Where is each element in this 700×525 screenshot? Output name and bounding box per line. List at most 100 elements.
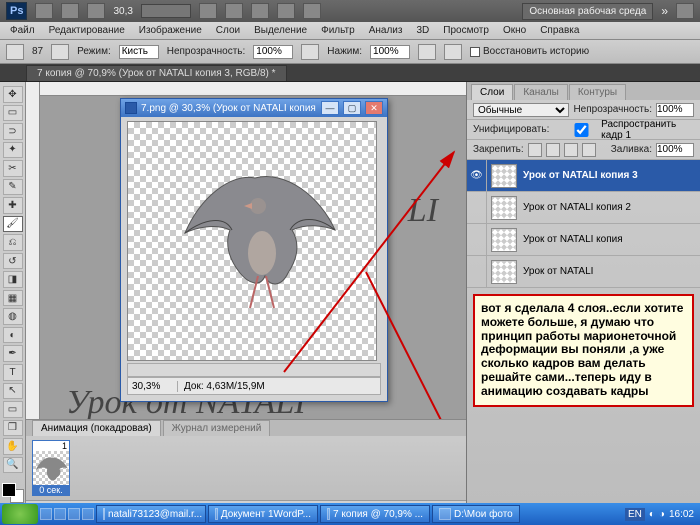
layer-row[interactable]: Урок от NATALI копия 2 xyxy=(467,192,700,224)
task-photoshop[interactable]: 7 копия @ 70,9% ... xyxy=(320,505,430,523)
menu-image[interactable]: Изображение xyxy=(133,23,208,38)
tablet-icon[interactable] xyxy=(444,44,462,60)
menu-help[interactable]: Справка xyxy=(534,23,585,38)
stamp-tool[interactable]: ⎌ xyxy=(3,234,23,251)
menu-3d[interactable]: 3D xyxy=(410,23,435,38)
zoom-tool[interactable]: 🔍 xyxy=(3,457,23,474)
anim-tab-frames[interactable]: Анимация (покадровая) xyxy=(32,420,161,436)
task-word[interactable]: Документ 1WordP... xyxy=(208,505,318,523)
menu-select[interactable]: Выделение xyxy=(248,23,313,38)
type-tool[interactable]: T xyxy=(3,364,23,381)
close-button[interactable]: ✕ xyxy=(365,101,383,115)
arrange-icon[interactable] xyxy=(277,3,295,19)
color-swatches[interactable] xyxy=(2,483,24,503)
fill-input[interactable] xyxy=(656,143,694,157)
layer-opacity-input[interactable] xyxy=(656,103,694,117)
eraser-tool[interactable]: ◨ xyxy=(3,271,23,288)
zoom-tool-icon[interactable] xyxy=(225,3,243,19)
airbrush-icon[interactable] xyxy=(418,44,436,60)
quick-app-icon[interactable] xyxy=(82,508,94,520)
panel-tab-layers[interactable]: Слои xyxy=(471,84,513,100)
menu-view[interactable]: Просмотр xyxy=(437,23,495,38)
layer-name[interactable]: Урок от NATALI копия xyxy=(521,234,700,245)
eyedropper-tool[interactable]: ✎ xyxy=(3,179,23,196)
flow-input[interactable] xyxy=(370,45,410,59)
dodge-tool[interactable]: ◐ xyxy=(3,327,23,344)
layer-name[interactable]: Урок от NATALI копия 2 xyxy=(521,202,700,213)
tray-icon[interactable]: ◑ xyxy=(659,509,665,520)
history-brush-tool[interactable]: ↺ xyxy=(3,253,23,270)
docwin-titlebar[interactable]: 7.png @ 30,3% (Урок от NATALI копия 3, R… xyxy=(121,99,387,117)
lock-trans-icon[interactable] xyxy=(528,143,542,157)
canvas[interactable] xyxy=(127,121,377,361)
document-tab[interactable]: 7 копия @ 70,9% (Урок от NATALI копия 3,… xyxy=(26,65,287,81)
menu-edit[interactable]: Редактирование xyxy=(43,23,131,38)
layer-row[interactable]: Урок от NATALI xyxy=(467,256,700,288)
hand-icon[interactable] xyxy=(199,3,217,19)
task-mail[interactable]: natali73123@mail.r... xyxy=(96,505,206,523)
h-scrollbar[interactable] xyxy=(127,363,381,377)
frame-duration[interactable]: 0 сек. xyxy=(33,485,69,495)
lock-all-icon[interactable] xyxy=(582,143,596,157)
quick-chrome-icon[interactable] xyxy=(68,508,80,520)
lasso-tool[interactable]: ⊃ xyxy=(3,123,23,140)
wand-tool[interactable]: ✦ xyxy=(3,142,23,159)
panel-tab-channels[interactable]: Каналы xyxy=(514,84,568,100)
shape-tool[interactable]: ▭ xyxy=(3,401,23,418)
eye-icon[interactable] xyxy=(467,224,487,255)
layer-row[interactable]: Урок от NATALI копия xyxy=(467,224,700,256)
screen-icon[interactable] xyxy=(303,3,321,19)
mode-select[interactable] xyxy=(119,45,159,59)
bridge-icon[interactable] xyxy=(35,3,53,19)
path-tool[interactable]: ↖ xyxy=(3,383,23,400)
lock-pixels-icon[interactable] xyxy=(546,143,560,157)
zoom-display[interactable]: 30,3 xyxy=(113,6,132,17)
start-button[interactable] xyxy=(2,504,38,524)
tray-icon[interactable]: ◐ xyxy=(649,509,655,520)
brush-preset-icon[interactable] xyxy=(51,44,69,60)
collapse-icon[interactable] xyxy=(676,3,694,19)
eye-icon[interactable] xyxy=(467,256,487,287)
maximize-button[interactable]: ▢ xyxy=(343,101,361,115)
anim-tab-log[interactable]: Журнал измерений xyxy=(163,420,271,436)
view-icon[interactable] xyxy=(87,3,105,19)
blur-tool[interactable]: ◍ xyxy=(3,308,23,325)
system-tray[interactable]: EN ◐ ◑ 16:02 xyxy=(621,508,698,521)
3d-tool[interactable]: ❒ xyxy=(3,420,23,437)
eye-icon[interactable] xyxy=(467,192,487,223)
opacity-input[interactable] xyxy=(253,45,293,59)
gradient-tool[interactable]: ▦ xyxy=(3,290,23,307)
task-explorer[interactable]: D:\Мои фото xyxy=(432,505,520,523)
lang-indicator[interactable]: EN xyxy=(625,508,645,521)
layer-row[interactable]: 👁 Урок от NATALI копия 3 xyxy=(467,160,700,192)
menu-layer[interactable]: Слои xyxy=(210,23,246,38)
quick-opera-icon[interactable] xyxy=(54,508,66,520)
chevrons-icon[interactable]: » xyxy=(661,4,668,18)
zoom-select[interactable] xyxy=(141,4,191,18)
clock[interactable]: 16:02 xyxy=(669,509,694,520)
blend-mode-select[interactable]: Обычные xyxy=(473,103,569,117)
propagate-checkbox[interactable] xyxy=(565,123,598,137)
quick-ie-icon[interactable] xyxy=(40,508,52,520)
eye-icon[interactable]: 👁 xyxy=(467,160,487,191)
pen-tool[interactable]: ✒ xyxy=(3,345,23,362)
mb-icon[interactable] xyxy=(61,3,79,19)
heal-tool[interactable]: ✚ xyxy=(3,197,23,214)
layer-name[interactable]: Урок от NATALI xyxy=(521,266,700,277)
history-checkbox[interactable] xyxy=(470,47,480,57)
minimize-button[interactable]: — xyxy=(321,101,339,115)
layer-name[interactable]: Урок от NATALI копия 3 xyxy=(521,170,700,181)
menu-filter[interactable]: Фильтр xyxy=(315,23,361,38)
doc-zoom[interactable]: 30,3% xyxy=(128,381,178,392)
anim-frame[interactable]: 1 0 сек. xyxy=(32,440,70,496)
brush-tool[interactable]: 🖌 xyxy=(3,216,23,233)
workspace-dropdown[interactable]: Основная рабочая среда xyxy=(522,3,653,20)
lock-pos-icon[interactable] xyxy=(564,143,578,157)
move-tool[interactable]: ✥ xyxy=(3,86,23,103)
pressure-icon[interactable] xyxy=(301,44,319,60)
menu-window[interactable]: Окно xyxy=(497,23,532,38)
brush-tool-icon[interactable] xyxy=(6,44,24,60)
panel-tab-paths[interactable]: Контуры xyxy=(569,84,626,100)
menu-file[interactable]: Файл xyxy=(4,23,41,38)
marquee-tool[interactable]: ▭ xyxy=(3,105,23,122)
